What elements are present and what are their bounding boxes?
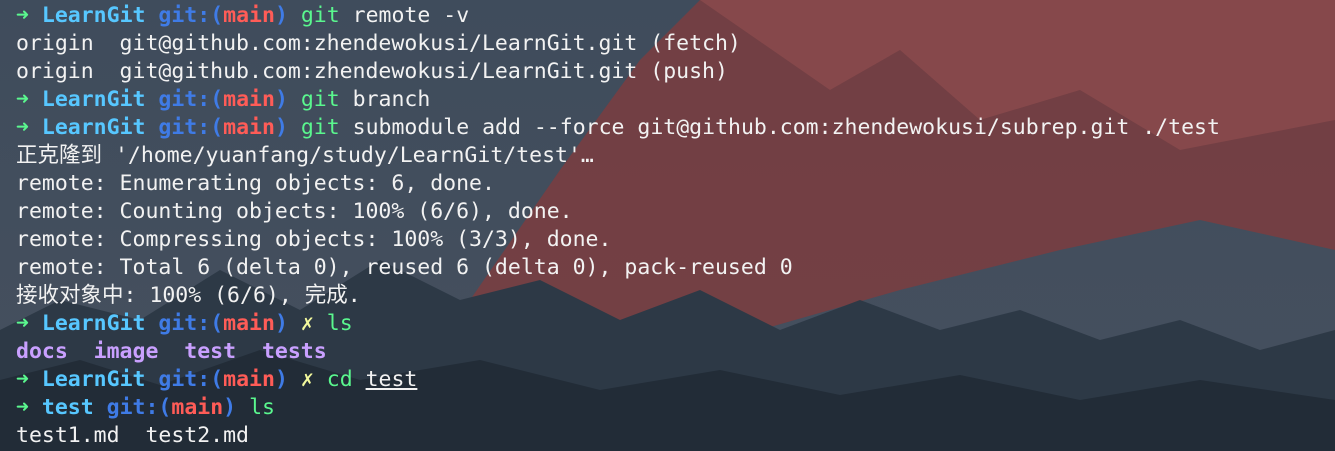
directory-entry: test [184, 339, 237, 364]
prompt-arrow-icon: ➜ [16, 87, 29, 112]
output-line: remote: Compressing objects: 100% (3/3),… [16, 226, 1335, 254]
prompt-arrow-icon: ➜ [16, 311, 29, 336]
command-args: remote -v [352, 3, 470, 28]
prompt-git-label: git:( [158, 115, 224, 140]
prompt-branch: main [223, 367, 275, 392]
output-text: remote: Compressing objects: 100% (3/3),… [16, 227, 612, 252]
output-text: remote: Total 6 (delta 0), reused 6 (del… [16, 255, 793, 280]
prompt-git-label: git:( [106, 395, 172, 420]
prompt-directory: LearnGit [41, 367, 146, 392]
prompt-git-close: ) [274, 367, 288, 392]
output-text: origin git@github.com:zhendewokusi/Learn… [16, 59, 728, 84]
output-line: test1.md test2.md [16, 422, 1335, 450]
output-line: remote: Total 6 (delta 0), reused 6 (del… [16, 254, 1335, 282]
output-text: remote: Enumerating objects: 6, done. [16, 171, 495, 196]
command-name: git [300, 87, 340, 112]
prompt-line: ➜ LearnGit git:(main) git submodule add … [16, 114, 1335, 142]
prompt-git-close: ) [223, 395, 237, 420]
command-path-arg[interactable]: test [366, 367, 418, 392]
prompt-directory: LearnGit [41, 115, 146, 140]
prompt-arrow-icon: ➜ [16, 115, 29, 140]
command-args: submodule add --force git@github.com:zhe… [352, 115, 1220, 140]
command-name: ls [326, 311, 353, 336]
prompt-git-label: git:( [158, 311, 224, 336]
prompt-directory: LearnGit [41, 87, 146, 112]
prompt-git-label: git:( [158, 87, 224, 112]
output-text: origin git@github.com:zhendewokusi/Learn… [16, 31, 741, 56]
prompt-directory: LearnGit [41, 3, 146, 28]
prompt-arrow-icon: ➜ [16, 395, 29, 420]
prompt-branch: main [223, 3, 275, 28]
output-text: 接收对象中: 100% (6/6), 完成. [16, 283, 361, 308]
command-args: branch [352, 87, 431, 112]
prompt-git-close: ) [274, 311, 288, 336]
output-line: 正克隆到 '/home/yuanfang/study/LearnGit/test… [16, 142, 1335, 170]
prompt-branch: main [223, 311, 275, 336]
prompt-git-label: git:( [158, 3, 224, 28]
command-name: git [300, 3, 340, 28]
dirty-indicator-icon: ✗ [300, 367, 314, 392]
output-line: docs image test tests [16, 338, 1335, 366]
directory-entry: docs [16, 339, 68, 364]
prompt-directory: LearnGit [41, 311, 146, 336]
prompt-branch: main [223, 87, 275, 112]
prompt-line: ➜ LearnGit git:(main) git remote -v [16, 2, 1335, 30]
output-text: test1.md test2.md [16, 423, 249, 448]
prompt-line: ➜ LearnGit git:(main) ✗ ls [16, 310, 1335, 338]
prompt-line: ➜ LearnGit git:(main) ✗ cd test [16, 366, 1335, 394]
command-name: cd [326, 367, 353, 392]
command-name: git [300, 115, 340, 140]
prompt-git-close: ) [274, 3, 288, 28]
prompt-directory: test [41, 395, 94, 420]
dirty-indicator-icon: ✗ [300, 311, 314, 336]
directory-entry: tests [261, 339, 327, 364]
prompt-arrow-icon: ➜ [16, 367, 29, 392]
directory-entry: image [93, 339, 159, 364]
prompt-git-close: ) [274, 87, 288, 112]
prompt-git-close: ) [274, 115, 288, 140]
terminal-output[interactable]: ➜ LearnGit git:(main) git remote -v origi… [16, 2, 1335, 450]
prompt-branch: main [223, 115, 275, 140]
prompt-line: ➜ LearnGit git:(main) git branch [16, 86, 1335, 114]
prompt-line: ➜ test git:(main) ls [16, 394, 1335, 422]
command-name: ls [249, 395, 275, 420]
output-line: 接收对象中: 100% (6/6), 完成. [16, 282, 1335, 310]
output-line: remote: Counting objects: 100% (6/6), do… [16, 198, 1335, 226]
output-line: remote: Enumerating objects: 6, done. [16, 170, 1335, 198]
prompt-branch: main [171, 395, 224, 420]
prompt-arrow-icon: ➜ [16, 3, 29, 28]
output-text: 正克隆到 '/home/yuanfang/study/LearnGit/test… [16, 143, 594, 168]
output-line: origin git@github.com:zhendewokusi/Learn… [16, 58, 1335, 86]
output-line: origin git@github.com:zhendewokusi/Learn… [16, 30, 1335, 58]
prompt-git-label: git:( [158, 367, 224, 392]
output-text: remote: Counting objects: 100% (6/6), do… [16, 199, 573, 224]
